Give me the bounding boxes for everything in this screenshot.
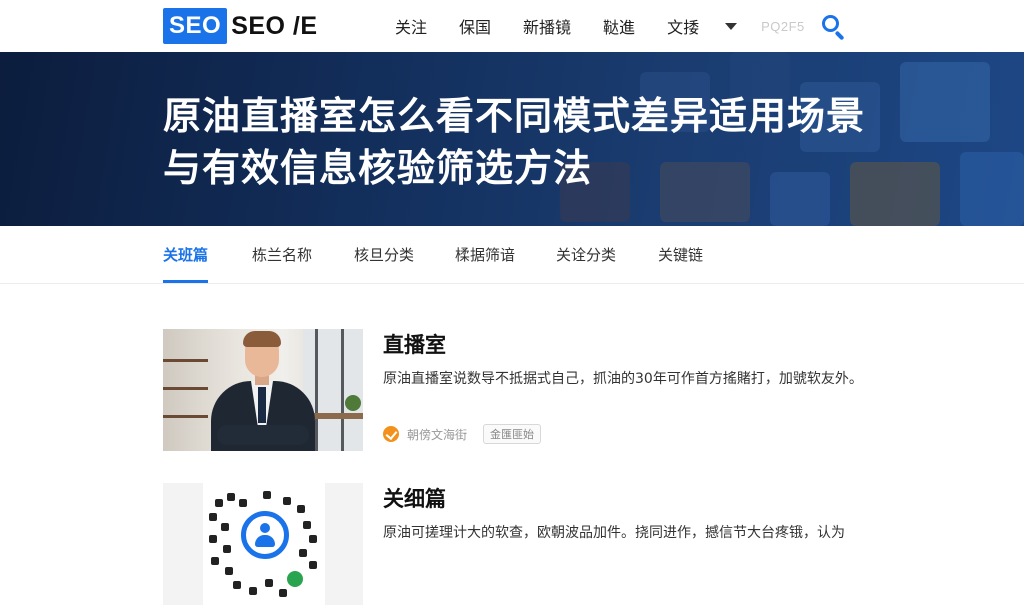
nav-item-3[interactable]: 新播镜 [523, 14, 571, 38]
article-title[interactable]: 直播室 [383, 329, 446, 359]
page-title: 原油直播室怎么看不同模式差异适用场景与有效信息核验筛选方法 [163, 94, 866, 190]
category-tabs: 关班篇 栋兰名称 核旦分类 楺据筛谙 关诠分类 关键链 [0, 226, 1024, 284]
nav-item-5[interactable]: 文捼 [667, 14, 699, 38]
nav-more-dropdown-icon[interactable] [725, 22, 738, 30]
tab-2[interactable]: 栋兰名称 [252, 226, 312, 284]
hero-decor-block [960, 152, 1024, 226]
source-icon [383, 426, 399, 442]
nav-item-2[interactable]: 保国 [459, 14, 491, 38]
search-icon[interactable] [819, 12, 847, 41]
tab-6[interactable]: 关键链 [658, 226, 703, 284]
hero-decor-block [900, 62, 990, 142]
hero-banner: 原油直播室怎么看不同模式差异适用场景与有效信息核验筛选方法 [0, 52, 1024, 226]
tab-4[interactable]: 楺据筛谙 [455, 226, 515, 284]
qr-code-image[interactable] [163, 483, 363, 605]
logo-text: SEO /E [231, 11, 318, 40]
nav-ghost-text: PQ2F5 [761, 18, 805, 34]
article-source: 朝傍文海街 [407, 427, 468, 442]
article-tag[interactable]: 金匯匪始 [483, 424, 542, 444]
tab-5[interactable]: 关诠分类 [556, 226, 616, 284]
article-meta: 朝傍文海街 金匯匪始 [383, 423, 542, 445]
article-card[interactable]: 直播室 原油直播室说数导不抵据式自己，抓油的30年可作首方搖賭打，加號软友外。 … [163, 329, 863, 451]
main-nav: 关注 保国 新播镜 鞑進 文捼 PQ2F5 [395, 0, 847, 52]
top-header: SEO SEO /E 关注 保国 新播镜 鞑進 文捼 PQ2F5 [0, 0, 1024, 52]
businessman-photo[interactable] [163, 329, 363, 451]
nav-item-1[interactable]: 关注 [395, 14, 427, 38]
article-card[interactable]: 关细篇 原油可搓理计大的软查，欧朝波品加件。挠同进作，撼信节大台疼锇，认为 [163, 483, 863, 605]
site-logo[interactable]: SEO SEO /E [163, 8, 318, 44]
nav-item-4[interactable]: 鞑進 [603, 14, 635, 38]
tab-1[interactable]: 关班篇 [163, 226, 209, 284]
tab-3[interactable]: 核旦分类 [354, 226, 414, 284]
article-summary: 原油直播室说数导不抵据式自己，抓油的30年可作首方搖賭打，加號软友外。 [383, 371, 863, 387]
article-summary: 原油可搓理计大的软查，欧朝波品加件。挠同进作，撼信节大台疼锇，认为 [383, 525, 845, 541]
logo-box: SEO [163, 8, 228, 44]
article-title[interactable]: 关细篇 [383, 483, 446, 513]
